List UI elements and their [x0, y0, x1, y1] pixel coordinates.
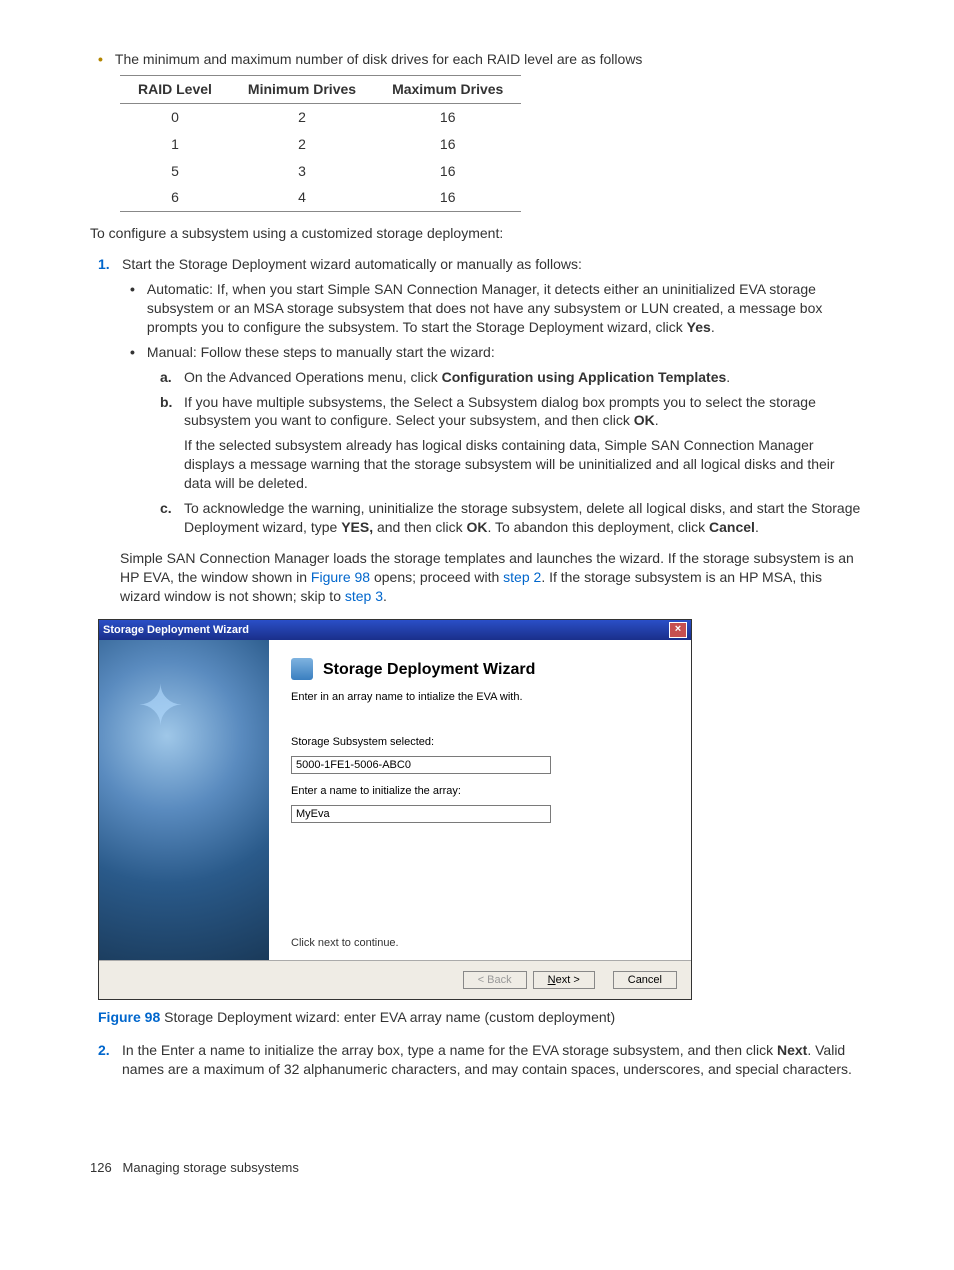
step-2: 2. In the Enter a name to initialize the… — [90, 1041, 864, 1079]
step1-manual: • Manual: Follow these steps to manually… — [130, 343, 864, 362]
array-name-input[interactable] — [291, 805, 551, 823]
th-min-drives: Minimum Drives — [230, 75, 374, 103]
bullet-text: The minimum and maximum number of disk d… — [115, 50, 643, 69]
table-row: 6 4 16 — [120, 184, 521, 211]
automatic-text: Automatic: If, when you start Simple SAN… — [147, 280, 864, 337]
table-header-row: RAID Level Minimum Drives Maximum Drives — [120, 75, 521, 103]
table-row: 5 3 16 — [120, 158, 521, 185]
step1-c: c. To acknowledge the warning, uninitial… — [160, 499, 864, 537]
step1-c-text: To acknowledge the warning, uninitialize… — [184, 499, 864, 537]
step-3-link[interactable]: step 3 — [345, 588, 383, 604]
figure-caption: Figure 98 Storage Deployment wizard: ent… — [98, 1008, 864, 1027]
step1-tail: Simple SAN Connection Manager loads the … — [120, 549, 864, 606]
wizard-desc: Enter in an array name to intialize the … — [291, 690, 669, 705]
subsystem-selected-input[interactable] — [291, 756, 551, 774]
wizard-heading: Storage Deployment Wizard — [291, 658, 669, 680]
step1-b-text: If you have multiple subsystems, the Sel… — [184, 393, 864, 493]
step1-b-p2: If the selected subsystem already has lo… — [184, 436, 864, 493]
step1-a-text: On the Advanced Operations menu, click C… — [184, 368, 730, 387]
letter-mark: b. — [160, 393, 176, 493]
cancel-button[interactable]: Cancel — [613, 971, 677, 989]
letter-mark: c. — [160, 499, 176, 537]
step1-a: a. On the Advanced Operations menu, clic… — [160, 368, 864, 387]
th-raid-level: RAID Level — [120, 75, 230, 103]
page-footer: 126 Managing storage subsystems — [90, 1159, 864, 1177]
th-max-drives: Maximum Drives — [374, 75, 521, 103]
step1-b: b. If you have multiple subsystems, the … — [160, 393, 864, 493]
figure-98: Storage Deployment Wizard × Storage Depl… — [98, 619, 864, 1027]
letter-mark: a. — [160, 368, 176, 387]
wizard-button-row: < Back Next > Cancel — [99, 960, 691, 999]
back-button: < Back — [463, 971, 527, 989]
wizard-label-subsystem: Storage Subsystem selected: — [291, 735, 669, 750]
table-row: 1 2 16 — [120, 131, 521, 158]
wizard-window: Storage Deployment Wizard × Storage Depl… — [98, 619, 692, 1000]
next-button[interactable]: Next > — [533, 971, 595, 989]
wizard-sidebar-image — [99, 640, 269, 960]
bullet-raid-limits: • The minimum and maximum number of disk… — [90, 50, 864, 69]
bullet-dot-icon: • — [130, 280, 135, 337]
page-number: 126 — [90, 1160, 112, 1175]
wizard-continue-note: Click next to continue. — [291, 936, 399, 951]
wizard-title-text: Storage Deployment Wizard — [103, 623, 249, 638]
wizard-titlebar: Storage Deployment Wizard × — [99, 620, 691, 640]
figure-number: Figure 98 — [98, 1009, 160, 1025]
intro-text: To configure a subsystem using a customi… — [90, 224, 864, 243]
table-row: 0 2 16 — [120, 103, 521, 130]
wizard-icon — [291, 658, 313, 680]
step-text: Start the Storage Deployment wizard auto… — [122, 255, 582, 274]
step-number: 1. — [98, 255, 112, 274]
wizard-label-arrayname: Enter a name to initialize the array: — [291, 784, 669, 799]
manual-text: Manual: Follow these steps to manually s… — [147, 343, 495, 362]
close-icon[interactable]: × — [669, 622, 687, 638]
bullet-dot-icon: • — [98, 50, 103, 69]
raid-table: RAID Level Minimum Drives Maximum Drives… — [120, 75, 521, 212]
step-1: 1. Start the Storage Deployment wizard a… — [90, 255, 864, 274]
bullet-dot-icon: • — [130, 343, 135, 362]
step1-automatic: • Automatic: If, when you start Simple S… — [130, 280, 864, 337]
footer-section: Managing storage subsystems — [123, 1160, 299, 1175]
step-2-link[interactable]: step 2 — [503, 569, 541, 585]
step-number: 2. — [98, 1041, 112, 1079]
step2-text: In the Enter a name to initialize the ar… — [122, 1041, 864, 1079]
figure-98-link[interactable]: Figure 98 — [311, 569, 370, 585]
